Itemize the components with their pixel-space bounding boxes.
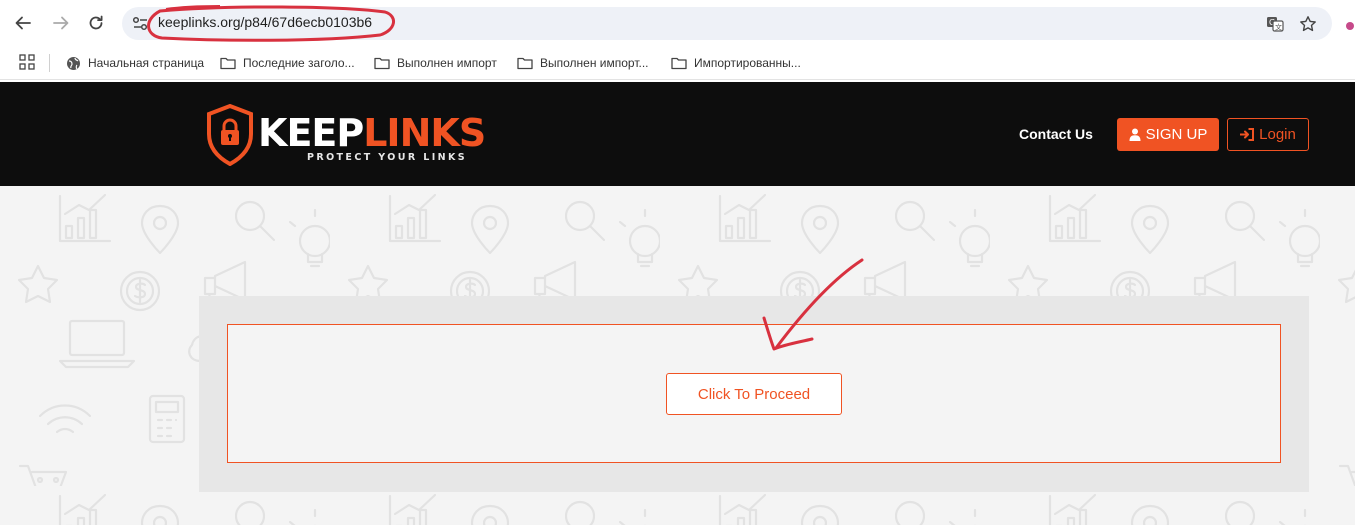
user-icon [1129, 128, 1141, 141]
site-info-icon[interactable] [132, 15, 149, 32]
reload-icon[interactable] [85, 12, 107, 34]
bookmark-folder[interactable]: Выполнен импорт... [517, 53, 649, 73]
folder-icon [220, 57, 236, 70]
login-label: Login [1259, 126, 1296, 143]
login-button[interactable]: Login [1227, 118, 1309, 151]
globe-icon [67, 56, 80, 70]
address-bar[interactable]: keeplinks.org/p84/67d6ecb0103b6 G文 [122, 7, 1332, 40]
sign-in-icon [1240, 128, 1255, 141]
main-content: Click To Proceed [0, 186, 1355, 525]
folder-icon [374, 57, 390, 70]
contact-us-link[interactable]: Contact Us [1019, 126, 1093, 142]
site-header: KEEPLINKS PROTECT YOUR LINKS Contact Us … [0, 82, 1355, 186]
apps-grid-icon[interactable] [19, 54, 35, 75]
shield-lock-icon [207, 104, 253, 166]
bookmarks-separator [49, 54, 50, 72]
click-to-proceed-button[interactable]: Click To Proceed [666, 373, 842, 415]
signup-button[interactable]: SIGN UP [1117, 118, 1219, 151]
bookmark-label: Начальная страница [88, 56, 205, 70]
bookmark-item[interactable]: Начальная страница [66, 53, 204, 73]
bookmark-folder[interactable]: Импортированны... [671, 53, 801, 73]
bookmark-star-icon[interactable] [1298, 14, 1318, 34]
browser-toolbar: keeplinks.org/p84/67d6ecb0103b6 G文 [0, 0, 1355, 46]
bookmark-folder[interactable]: Выполнен импорт [374, 53, 497, 73]
bookmark-label: Импортированны... [694, 56, 801, 70]
svg-text:文: 文 [1275, 23, 1282, 32]
bookmark-label: Последние заголо... [243, 56, 355, 70]
url-text[interactable]: keeplinks.org/p84/67d6ecb0103b6 [158, 14, 372, 30]
signup-label: SIGN UP [1145, 126, 1208, 143]
folder-icon [671, 57, 687, 70]
keeplinks-logo[interactable]: KEEPLINKS PROTECT YOUR LINKS [205, 104, 486, 166]
bookmark-label: Выполнен импорт [397, 56, 497, 70]
bookmarks-bar: Начальная страница Последние заголо... В… [0, 46, 1355, 80]
bookmark-label: Выполнен импорт... [540, 56, 649, 70]
back-arrow-icon[interactable] [12, 12, 34, 34]
logo-tagline: PROTECT YOUR LINKS [307, 152, 467, 163]
logo-wordmark: KEEPLINKS [258, 111, 486, 155]
extension-icon[interactable] [1345, 18, 1355, 30]
forward-arrow-icon[interactable] [50, 12, 72, 34]
folder-icon [517, 57, 533, 70]
translate-icon[interactable]: G文 [1265, 14, 1285, 34]
bookmark-folder[interactable]: Последние заголо... [220, 53, 355, 73]
